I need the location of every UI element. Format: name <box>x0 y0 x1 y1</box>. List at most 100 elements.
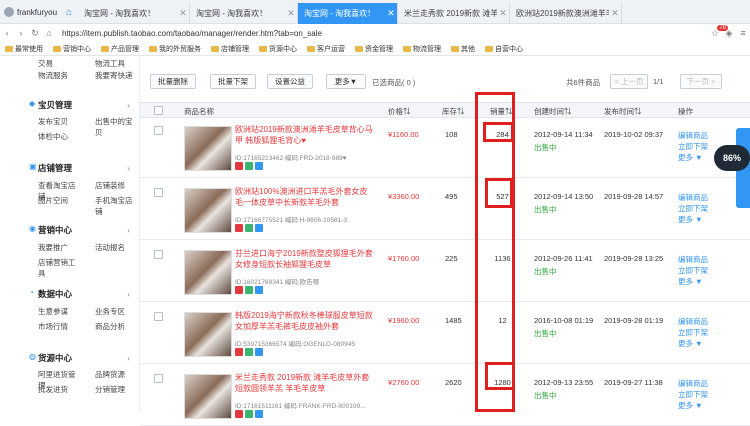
sidebar-link[interactable]: 生意参谋 <box>38 306 81 317</box>
sidebar-section-title[interactable]: ◉ 营销中心 › <box>29 224 130 236</box>
sidebar-link[interactable]: 业务专区 <box>95 306 138 317</box>
take-down-link[interactable]: 立即下架 <box>678 141 708 152</box>
product-title-link[interactable]: 韩版2019海宁新款秋冬棒球服皮草短款女加厚羊羔毛裤毛皮皮袖外套 <box>235 310 373 332</box>
sidebar-link[interactable]: 物流服务 <box>38 70 81 81</box>
set-charity-button[interactable]: 设置公益 <box>267 74 313 89</box>
sidebar-link[interactable]: 物流工具 <box>95 58 138 69</box>
take-down-link[interactable]: 立即下架 <box>678 327 708 338</box>
close-icon[interactable]: ✕ <box>177 8 189 19</box>
bookmark-item[interactable]: 店铺管理 <box>206 44 254 54</box>
sidebar-link[interactable]: 店铺营销工具 <box>38 257 81 279</box>
product-price[interactable]: ¥2760.00 <box>388 378 419 387</box>
bookmark-item[interactable]: 营销中心 <box>48 44 96 54</box>
product-title-link[interactable]: 欧洲站100%澳洲进口羊羔毛外套女皮毛一体皮草中长新款羊毛外套 <box>235 186 373 208</box>
back-icon[interactable]: ‹ <box>0 28 14 38</box>
product-stock[interactable]: 495 <box>445 192 458 201</box>
sidebar-link[interactable]: 市场行情 <box>38 321 81 332</box>
row-checkbox[interactable] <box>154 188 163 197</box>
sidebar-link[interactable]: 活动报名 <box>95 242 138 253</box>
close-icon[interactable]: ✕ <box>385 8 397 19</box>
home-nav-icon[interactable]: ⌂ <box>42 28 56 38</box>
product-stock[interactable]: 225 <box>445 254 458 263</box>
product-stock[interactable]: 2620 <box>445 378 462 387</box>
product-thumbnail[interactable] <box>184 188 232 233</box>
col-price[interactable]: 价格⇅ <box>388 106 411 117</box>
more-actions-link[interactable]: 更多 ▼ <box>678 400 708 411</box>
row-checkbox[interactable] <box>154 374 163 383</box>
refresh-icon[interactable]: ↻ <box>28 28 42 39</box>
close-icon[interactable]: ✕ <box>609 8 621 19</box>
product-price[interactable]: ¥1760.00 <box>388 254 419 263</box>
browser-user[interactable]: frankfuryou <box>0 0 62 24</box>
close-icon[interactable]: ✕ <box>285 8 297 19</box>
more-actions-link[interactable]: 更多 ▼ <box>678 276 708 287</box>
row-checkbox[interactable] <box>154 250 163 259</box>
select-all-checkbox[interactable] <box>154 106 163 115</box>
more-actions-link[interactable]: 更多 ▼ <box>678 152 708 163</box>
tab-5[interactable]: 欧洲站2019新款澳洲滩羊毛皮✕ <box>510 3 622 24</box>
sidebar-section-title[interactable]: ◔ 数据中心 › <box>29 288 130 300</box>
sidebar-section-title[interactable]: ◍ 货源中心 › <box>29 352 130 364</box>
sidebar-section-title[interactable]: ▣ 店铺管理 › <box>29 162 130 174</box>
bookmark-item[interactable]: 自营中心 <box>480 44 528 54</box>
sidebar-link[interactable]: 图片空间 <box>38 195 81 217</box>
more-dropdown[interactable]: 更多▼ <box>326 74 366 89</box>
url-field[interactable]: https://item.publish.taobao.com/taobao/m… <box>56 29 708 38</box>
sidebar-link[interactable]: 我要寄快递 <box>95 70 138 81</box>
sidebar-link[interactable]: 商品分析 <box>95 321 138 332</box>
product-title-link[interactable]: 芬兰进口海宁2019新款整皮狐狸毛外套女修身短款长袖狐狸毛皮草 <box>235 248 373 270</box>
product-price[interactable]: ¥1960.00 <box>388 316 419 325</box>
col-published[interactable]: 发布时间⇅ <box>604 106 642 117</box>
tab-4[interactable]: 米兰走秀款 2019新款 滩羊毛皮✕ <box>398 3 510 24</box>
bookmark-item[interactable]: 客户运营 <box>302 44 350 54</box>
product-thumbnail[interactable] <box>184 374 232 419</box>
prev-page-button[interactable]: < 上一页 <box>610 74 648 89</box>
sidebar-link[interactable]: 我要推广 <box>38 242 81 253</box>
product-price[interactable]: ¥1160.00 <box>388 130 419 139</box>
row-checkbox[interactable] <box>154 312 163 321</box>
product-stock[interactable]: 1485 <box>445 316 462 325</box>
bookmark-item[interactable]: 其他 <box>446 44 480 54</box>
edit-product-link[interactable]: 编辑商品 <box>678 378 708 389</box>
product-thumbnail[interactable] <box>184 312 232 357</box>
product-thumbnail[interactable] <box>184 250 232 295</box>
sidebar-section-title[interactable]: ◆ 宝贝管理 › <box>29 99 130 111</box>
sidebar-link[interactable]: 批发进货 <box>38 384 81 395</box>
performance-widget[interactable]: 86% <box>714 145 750 171</box>
batch-down-button[interactable]: 批量下架 <box>210 74 256 89</box>
menu-icon[interactable]: ≡ <box>736 28 750 38</box>
edit-product-link[interactable]: 编辑商品 <box>678 316 708 327</box>
edit-product-link[interactable]: 编辑商品 <box>678 130 708 141</box>
bookmark-item[interactable]: 物流管理 <box>398 44 446 54</box>
product-title-link[interactable]: 欧洲站2019新款澳洲滩羊毛皮草背心马甲 韩版狐狸毛背心♥ <box>235 124 373 146</box>
tab-1[interactable]: 淘宝网 - 淘我喜欢！ ✕ <box>78 3 190 24</box>
take-down-link[interactable]: 立即下架 <box>678 389 708 400</box>
product-stock[interactable]: 108 <box>445 130 458 139</box>
batch-delete-button[interactable]: 批量删除 <box>150 74 196 89</box>
tab-2[interactable]: 淘宝网 - 淘我喜欢！ ✕ <box>190 3 298 24</box>
sidebar-link[interactable]: 分销管理 <box>95 384 138 395</box>
product-title-link[interactable]: 米兰走秀款 2019新款 滩羊毛皮草外套短款圆领羊羔 羊毛羊皮草 <box>235 372 373 394</box>
close-icon[interactable]: ✕ <box>497 8 509 19</box>
row-checkbox[interactable] <box>154 126 163 135</box>
home-icon[interactable]: ⌂ <box>62 4 76 20</box>
sidebar-link[interactable] <box>95 131 138 142</box>
sidebar-link[interactable] <box>95 257 138 279</box>
sidebar-link[interactable]: 交易 <box>38 58 81 69</box>
col-stock[interactable]: 库存⇅ <box>442 106 465 117</box>
next-page-button[interactable]: 下一页 > <box>680 74 722 89</box>
bookmark-item[interactable]: 我的外贸服务 <box>144 44 206 54</box>
edit-product-link[interactable]: 编辑商品 <box>678 254 708 265</box>
bookmark-item[interactable]: 产品管理 <box>96 44 144 54</box>
bookmark-item[interactable]: 货源中心 <box>254 44 302 54</box>
take-down-link[interactable]: 立即下架 <box>678 265 708 276</box>
bookmark-item[interactable]: 最常使用 <box>0 44 48 54</box>
product-price[interactable]: ¥3360.00 <box>388 192 419 201</box>
more-actions-link[interactable]: 更多 ▼ <box>678 214 708 225</box>
forward-icon[interactable]: › <box>14 28 28 38</box>
edit-product-link[interactable]: 编辑商品 <box>678 192 708 203</box>
take-down-link[interactable]: 立即下架 <box>678 203 708 214</box>
sidebar-link[interactable]: 手机淘宝店铺 <box>95 195 138 217</box>
product-thumbnail[interactable] <box>184 126 232 171</box>
bookmark-item[interactable]: 资金管理 <box>350 44 398 54</box>
